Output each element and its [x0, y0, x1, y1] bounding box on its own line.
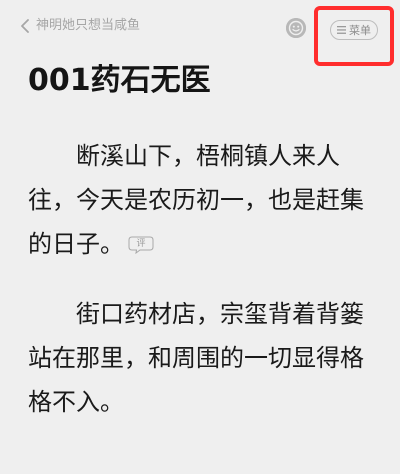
smiley-icon — [286, 18, 306, 38]
comment-button[interactable]: 评 — [128, 236, 154, 254]
comment-badge-label: 评 — [136, 239, 146, 249]
book-title: 神明她只想当咸鱼 — [36, 18, 141, 33]
paragraph-text: 街口药材店，宗玺背着背篓站在那里，和周围的一切显得格格不入。 — [28, 300, 364, 416]
chapter-title: 001药石无医 — [28, 63, 211, 98]
paragraph: 断溪山下，梧桐镇人来人往，今天是农历初一，也是赶集的日子。评 — [28, 134, 378, 266]
menu-highlight-box — [314, 6, 394, 66]
top-bar: 神明她只想当咸鱼 菜单 — [0, 0, 400, 66]
back-button[interactable]: 神明她只想当咸鱼 — [20, 16, 140, 36]
paragraph-text: 断溪山下，梧桐镇人来人往，今天是农历初一，也是赶集的日子。 — [28, 142, 364, 258]
emoji-button[interactable] — [286, 18, 306, 38]
paragraph: 街口药材店，宗玺背着背篓站在那里，和周围的一切显得格格不入。 — [28, 292, 378, 424]
chapter-content: 断溪山下，梧桐镇人来人往，今天是农历初一，也是赶集的日子。评 街口药材店，宗玺背… — [28, 134, 378, 450]
chevron-left-icon — [21, 19, 29, 33]
